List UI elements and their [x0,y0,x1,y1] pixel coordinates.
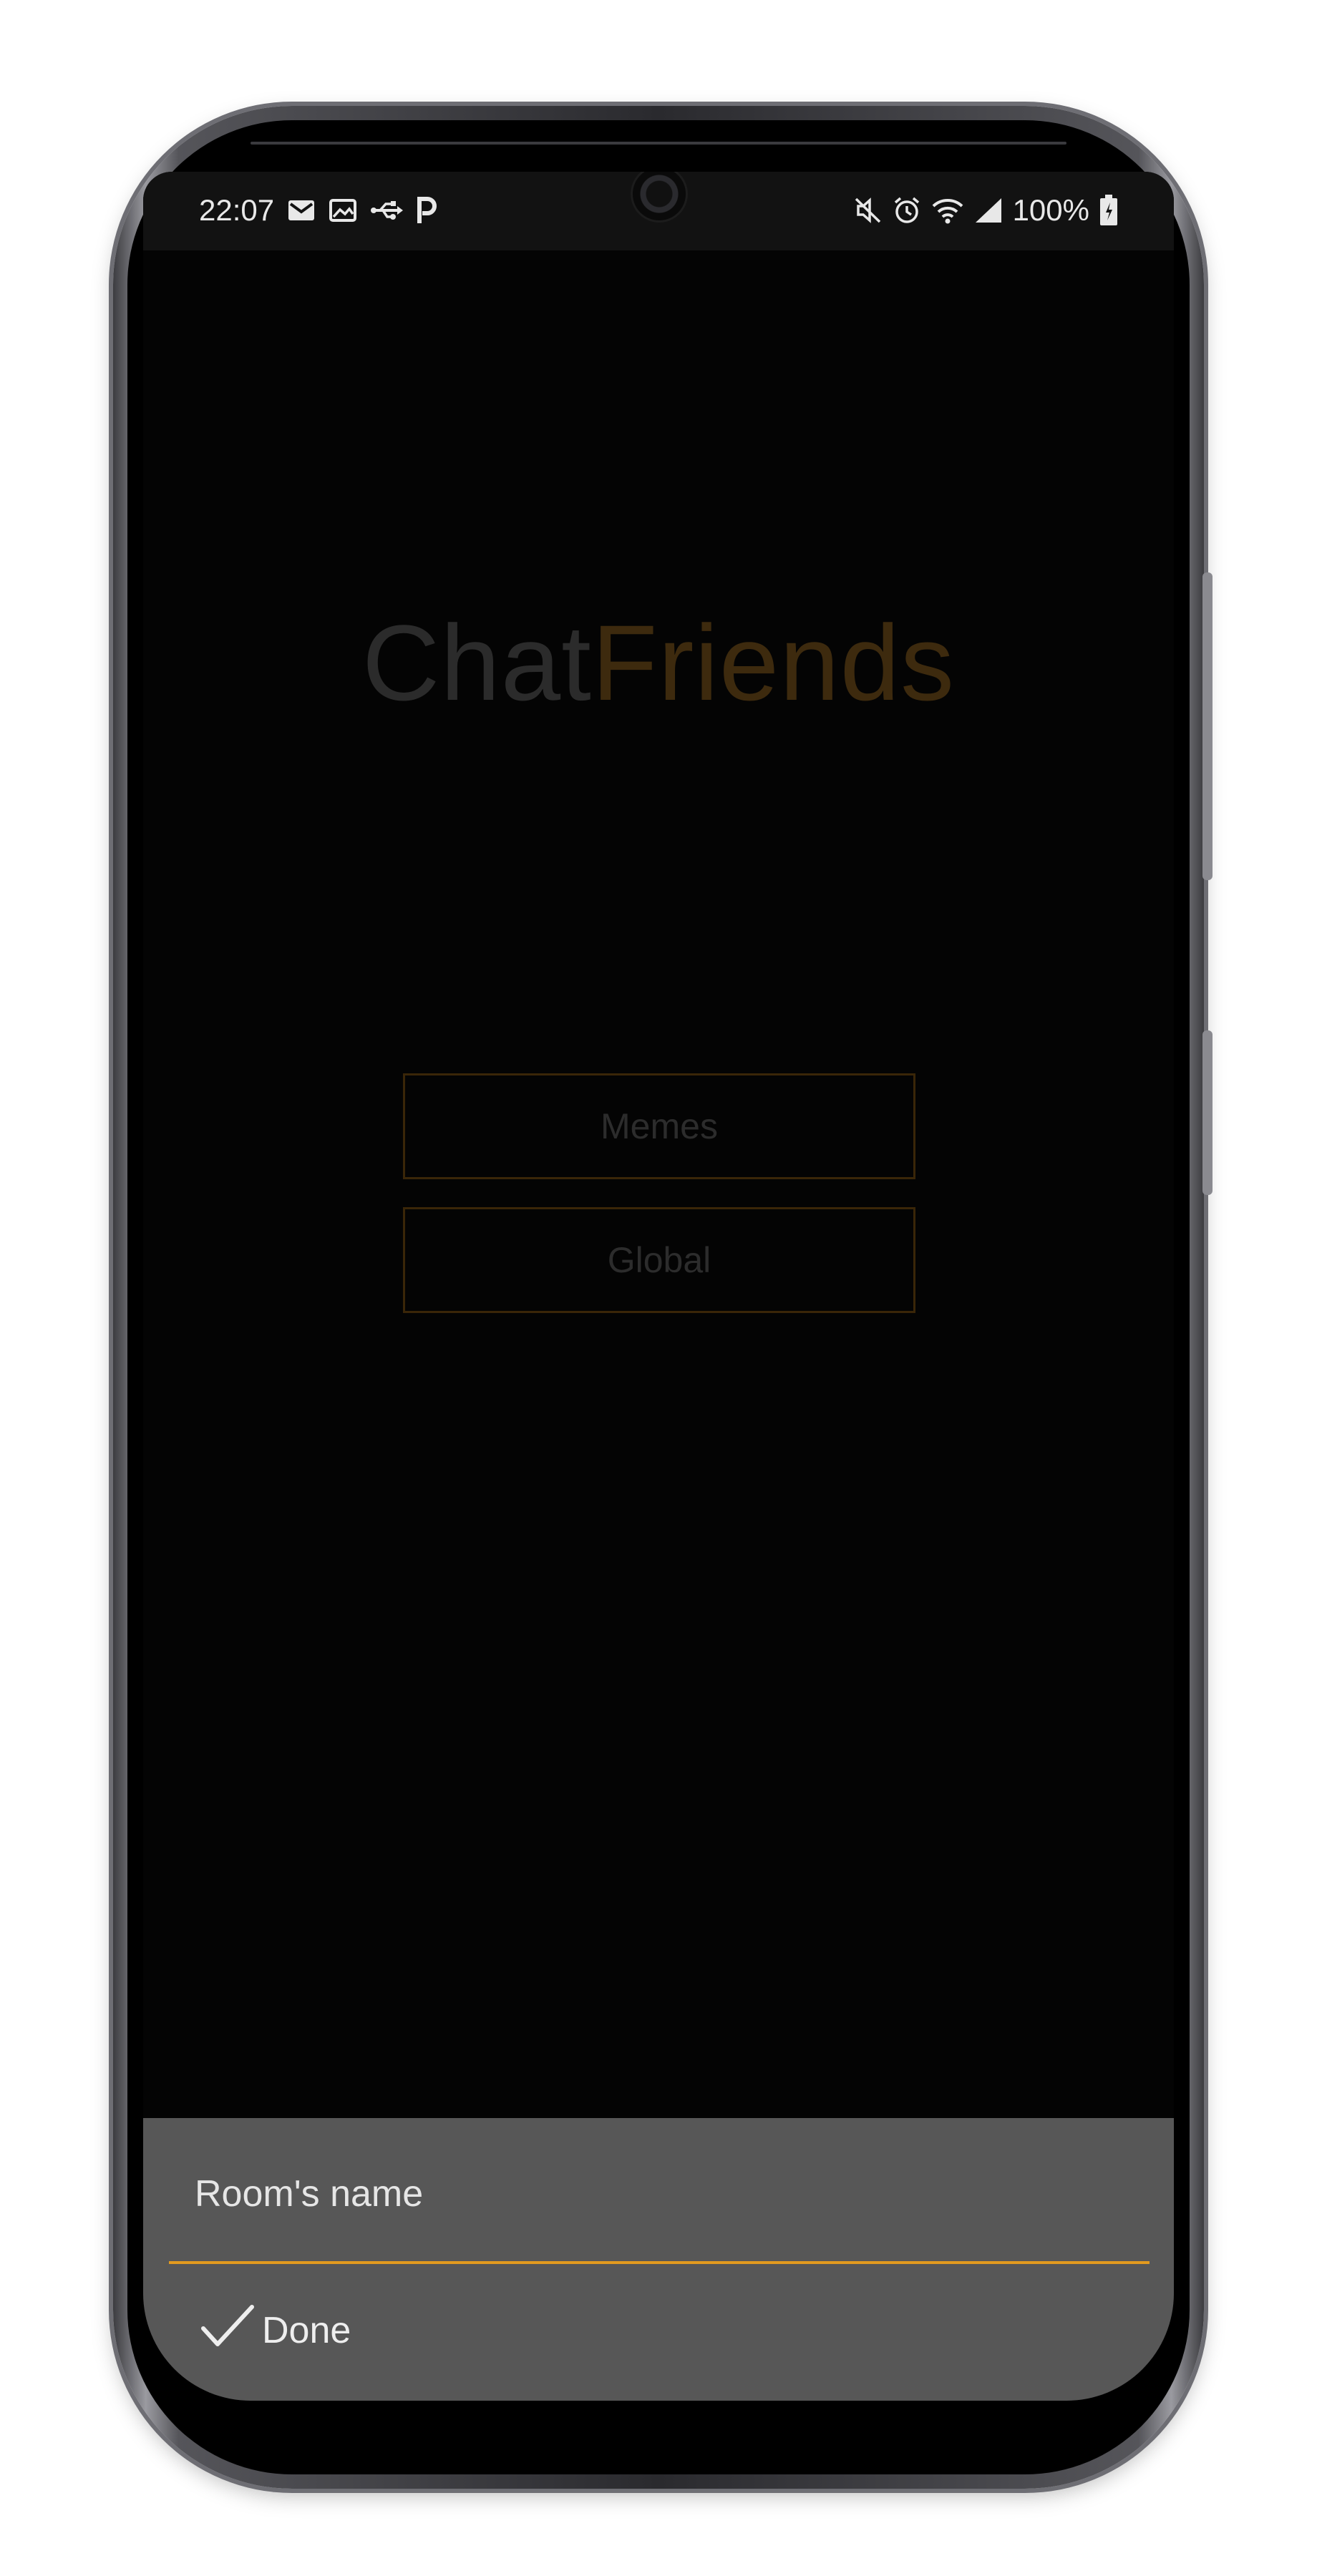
status-time: 22:07 [199,193,275,227]
battery-percent: 100% [1012,193,1089,227]
front-camera [633,172,686,220]
room-button-global[interactable]: Global [403,1207,915,1313]
signal-icon [974,197,1003,224]
done-label: Done [262,2309,351,2351]
room-button-label: Global [607,1240,711,1280]
earpiece-speaker [251,142,1066,145]
room-name-input[interactable]: Room's name [195,2172,423,2215]
status-bar: 22:07 100% [143,172,1174,250]
new-room-sheet: Room's name Done [143,2118,1174,2401]
usb-icon [370,200,404,221]
mute-icon [854,197,883,224]
phone-screen: 22:07 100% ChatFriends Memes Global Room… [143,172,1174,2401]
power-button [1202,1030,1212,1195]
battery-icon [1099,195,1118,226]
parking-icon [416,196,437,225]
gallery-icon [329,198,357,223]
gmail-icon [287,199,316,222]
app-logo-title: ChatFriends [143,601,1174,725]
input-underline [169,2261,1150,2264]
alarm-icon [893,196,921,225]
logo-chat-text: Chat [361,602,592,723]
done-button[interactable]: Done [199,2303,351,2358]
room-button-label: Memes [601,1106,718,1146]
volume-button [1202,572,1212,880]
room-button-memes[interactable]: Memes [403,1073,915,1179]
checkmark-icon [199,2303,255,2358]
logo-friends-text: Friends [591,602,956,723]
wifi-icon [931,197,964,224]
